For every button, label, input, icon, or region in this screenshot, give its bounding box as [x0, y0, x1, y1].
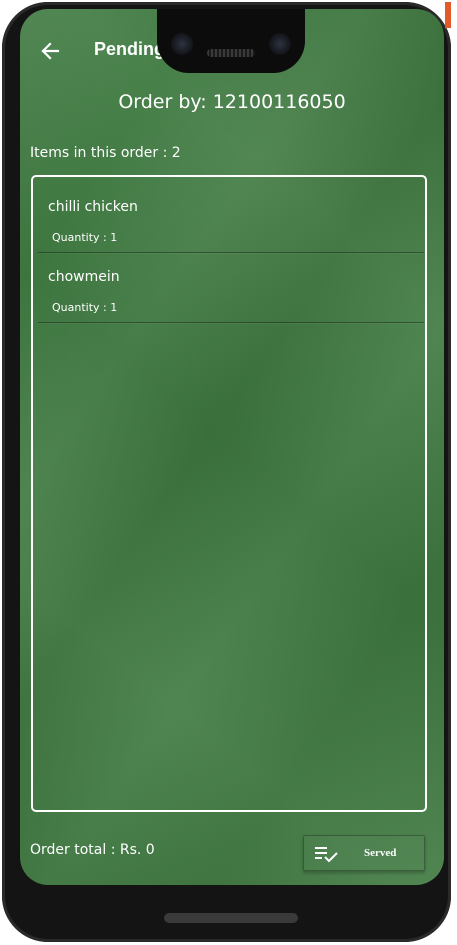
item-quantity: Quantity : 1: [52, 231, 118, 244]
order-items-list: chilli chicken Quantity : 1 chowmein Qua…: [31, 175, 427, 812]
item-name: chilli chicken: [48, 199, 138, 215]
camera-icon: [171, 33, 193, 55]
order-total-label: Order total : Rs. 0: [30, 842, 155, 858]
speaker-grille: [207, 49, 255, 57]
camera-icon: [269, 33, 291, 55]
list-item[interactable]: chowmein Quantity : 1: [38, 253, 424, 323]
served-button-label: Served: [364, 847, 397, 859]
page-title: Pending: [94, 39, 165, 59]
served-button[interactable]: Served: [303, 835, 425, 871]
home-indicator: [164, 913, 298, 923]
phone-frame: Pending Order by: 12100116050 Items in t…: [2, 2, 451, 942]
item-name: chowmein: [48, 269, 120, 285]
order-by-label: Order by: 12100116050: [118, 91, 346, 113]
items-count-label: Items in this order : 2: [30, 145, 181, 161]
playlist-check-icon: [315, 844, 339, 864]
camera-notch: [157, 9, 305, 73]
side-button: [445, 2, 451, 28]
back-arrow-icon[interactable]: [40, 41, 60, 61]
item-quantity: Quantity : 1: [52, 301, 118, 314]
list-item[interactable]: chilli chicken Quantity : 1: [38, 183, 424, 253]
app-screen: Pending Order by: 12100116050 Items in t…: [20, 9, 444, 885]
